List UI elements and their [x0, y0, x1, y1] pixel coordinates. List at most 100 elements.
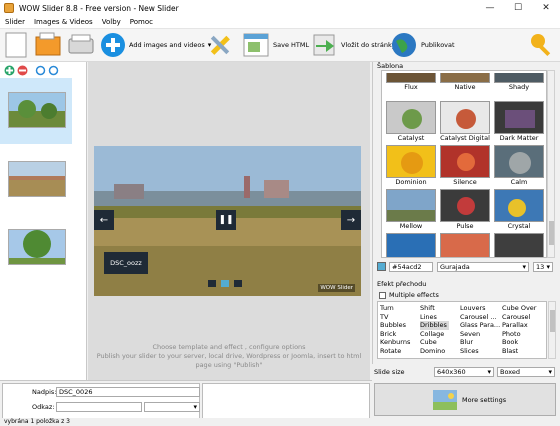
bullet[interactable] [208, 280, 216, 287]
hint-text: Choose template and effect , configure o… [88, 343, 370, 370]
link-field[interactable] [56, 402, 142, 412]
open-button[interactable] [33, 31, 63, 59]
more-settings-button[interactable]: More settings [374, 383, 556, 416]
key-button[interactable] [528, 31, 556, 59]
effect-item[interactable]: Blast [502, 347, 536, 356]
template-catalyst[interactable]: Catalyst [385, 101, 437, 142]
template-item[interactable] [385, 233, 437, 257]
template-silence[interactable]: Silence [439, 145, 491, 186]
effect-item[interactable]: Turn [380, 304, 410, 313]
template-scrollbar[interactable] [547, 70, 555, 258]
multiple-effects-checkbox[interactable] [379, 291, 386, 299]
menu-volby[interactable]: Volby [102, 18, 121, 26]
effect-item[interactable]: Carousel ... [460, 313, 500, 322]
window-title: WOW Slider 8.8 - Free version - New Slid… [19, 3, 179, 13]
font-select[interactable]: Gurajada [437, 262, 529, 272]
link-target-select[interactable] [144, 402, 200, 412]
title-field[interactable]: DSC_0026 [56, 387, 200, 397]
menu-slider[interactable]: Slider [5, 18, 25, 26]
slide-image [9, 162, 65, 196]
slide-thumbnail[interactable] [8, 229, 66, 265]
effects-scrollbar[interactable] [548, 301, 556, 359]
slide-mode-select[interactable]: Boxed [497, 367, 555, 377]
effect-item[interactable]: Rotate [380, 347, 410, 356]
template-item[interactable] [493, 233, 545, 257]
effect-item[interactable]: Lines [420, 313, 449, 322]
status-bar: vybrána 1 položka z 3 [0, 418, 560, 426]
effect-item[interactable]: Blur [460, 338, 500, 347]
save-button[interactable] [66, 31, 96, 59]
key-icon [531, 34, 551, 57]
maximize-button[interactable]: ☐ [504, 0, 532, 16]
remove-slide-icon[interactable] [17, 65, 28, 76]
color-swatch[interactable] [377, 262, 386, 271]
template-dominion[interactable]: Dominion [385, 145, 437, 186]
color-field[interactable]: #54acd2 [389, 262, 433, 272]
next-arrow[interactable]: → [341, 210, 361, 230]
pause-button[interactable]: ❚❚ [216, 210, 236, 230]
template-crystal[interactable]: Crystal [493, 189, 545, 230]
effect-item[interactable]: Carousel [502, 313, 536, 322]
tools-icon [210, 35, 230, 55]
effect-item[interactable]: Collage [420, 330, 449, 339]
slide-size-label: Slide size [374, 368, 405, 376]
menu-images-videos[interactable]: Images & Videos [34, 18, 93, 26]
rotate-left-icon[interactable] [35, 65, 46, 76]
publish-button[interactable]: Publikovat [390, 31, 455, 59]
effect-item[interactable]: Domino [420, 347, 449, 356]
save-html-button[interactable]: Save HTML [242, 31, 309, 59]
effect-item[interactable]: Shift [420, 304, 449, 313]
template-section-label: Šablona [377, 62, 404, 70]
effects-column-2: Shift Lines Dribbles Collage Cube Domino [420, 304, 449, 355]
template-calm[interactable]: Calm [493, 145, 545, 186]
slides-panel [0, 62, 87, 380]
effect-item[interactable]: Cube Over [502, 304, 536, 313]
template-flux[interactable]: Flux [385, 73, 437, 91]
effect-item[interactable]: Photo [502, 330, 536, 339]
link-label: Odkaz: [32, 403, 55, 411]
effect-item[interactable]: Slices [460, 347, 500, 356]
add-images-button[interactable]: Add images and videos ▾ [100, 31, 211, 59]
slide-thumbnail[interactable] [8, 161, 66, 197]
minimize-button[interactable]: — [476, 0, 504, 16]
effects-column-1: Turn TV Bubbles Brick Kenburns Rotate [380, 304, 410, 355]
template-mellow[interactable]: Mellow [385, 189, 437, 230]
effect-item[interactable]: Cube [420, 338, 449, 347]
effect-item[interactable]: Book [502, 338, 536, 347]
template-pulse[interactable]: Pulse [439, 189, 491, 230]
template-shady[interactable]: Shady [493, 73, 545, 91]
hint-line-1: Choose template and effect , configure o… [152, 343, 306, 351]
hint-line-3: page using "Publish" [195, 361, 263, 369]
rotate-right-icon[interactable] [48, 65, 59, 76]
template-item[interactable] [439, 233, 491, 257]
new-document-icon [5, 32, 27, 58]
bullet-active[interactable] [221, 280, 229, 287]
effect-item-selected[interactable]: Dribbles [420, 321, 449, 330]
effect-item[interactable]: Parallax [502, 321, 536, 330]
effect-item[interactable]: Bubbles [380, 321, 410, 330]
template-dark-matter[interactable]: Dark Matter [493, 101, 545, 142]
prev-arrow[interactable]: ← [94, 210, 114, 230]
font-size-select[interactable]: 13 [533, 262, 553, 272]
effect-item[interactable]: Brick [380, 330, 410, 339]
template-native[interactable]: Native [439, 73, 491, 91]
effect-item[interactable]: Seven [460, 330, 500, 339]
add-slide-icon[interactable] [4, 65, 15, 76]
bullet[interactable] [234, 280, 242, 287]
description-field[interactable] [202, 383, 370, 419]
menu-pomoc[interactable]: Pomoc [130, 18, 153, 26]
effect-item[interactable]: TV [380, 313, 410, 322]
effects-column-4: Cube Over Carousel Parallax Photo Book B… [502, 304, 536, 355]
template-catalyst-digital[interactable]: Catalyst Digital [439, 101, 491, 142]
close-button[interactable]: ✕ [532, 0, 560, 16]
effect-item[interactable]: Glass Para... [460, 321, 500, 330]
effect-item[interactable]: Kenburns [380, 338, 410, 347]
globe-icon [392, 33, 416, 57]
properties-panel: Nadpis: DSC_0026 Odkaz: [0, 380, 372, 420]
new-button[interactable] [4, 31, 28, 59]
effect-item[interactable]: Louvers [460, 304, 500, 313]
slide-thumbnail[interactable] [8, 92, 66, 128]
export-button[interactable]: Vložit do stránky [310, 31, 395, 59]
tools-button[interactable] [206, 31, 234, 59]
slide-size-select[interactable]: 640x360 [434, 367, 494, 377]
